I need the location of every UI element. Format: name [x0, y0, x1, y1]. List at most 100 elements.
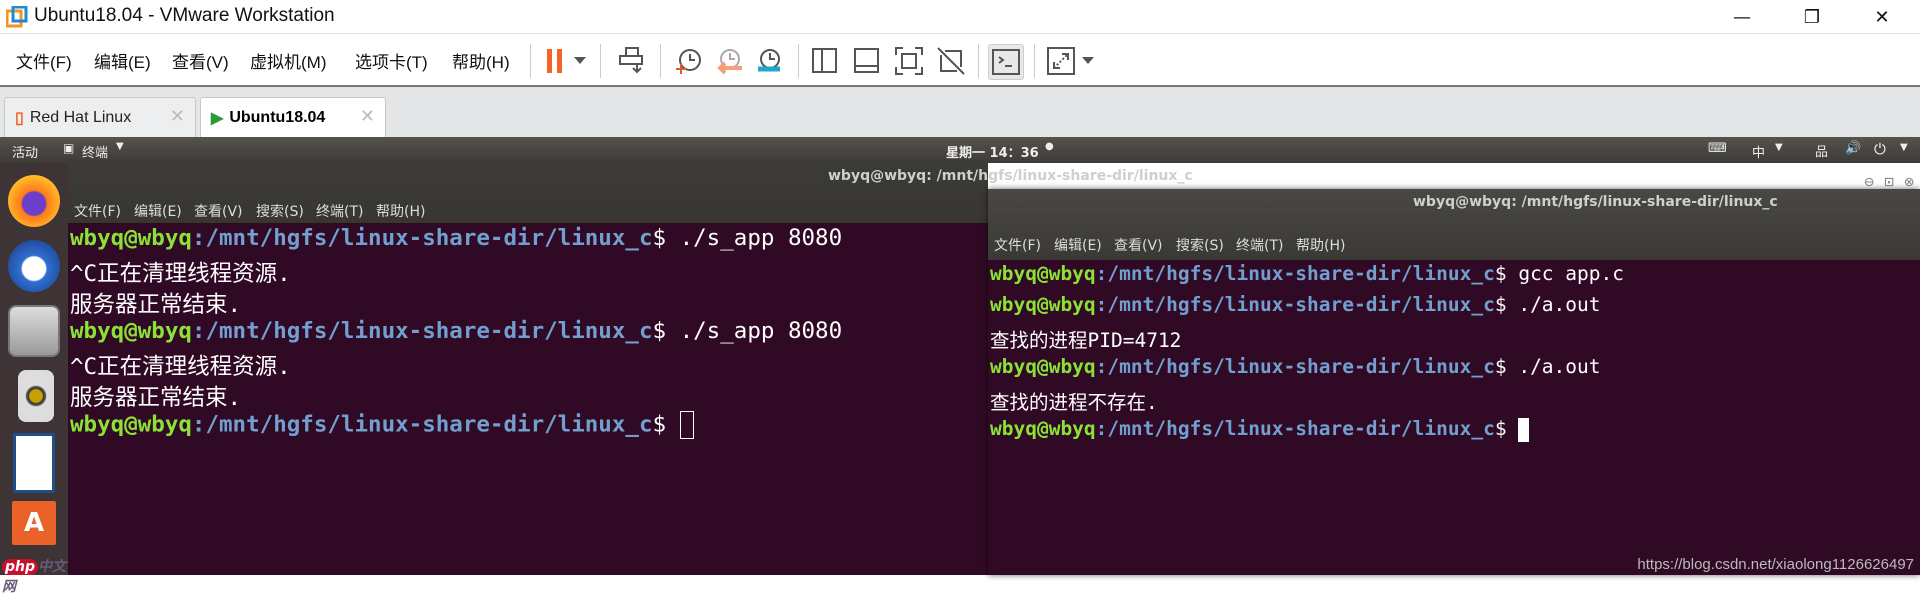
- output-line: 服务器正常结束.: [70, 292, 242, 318]
- terminal-window-right[interactable]: wbyq@wbyq: /mnt/hgfs/linux-share-dir/lin…: [988, 172, 1920, 575]
- snapshot-manager-icon[interactable]: [752, 44, 786, 78]
- output-line: 查找的进程PID=4712: [990, 329, 1182, 352]
- tab-red-hat-linux[interactable]: ▯ Red Hat Linux ✕: [4, 97, 196, 137]
- term-menu-edit[interactable]: 编辑(E): [134, 201, 182, 221]
- notification-dot-icon: ●: [1045, 141, 1054, 152]
- libreoffice-writer-icon[interactable]: [13, 433, 55, 493]
- snapshot-revert-icon[interactable]: [712, 44, 746, 78]
- close-tab-icon[interactable]: ✕: [360, 106, 375, 127]
- divider: [660, 44, 661, 78]
- php-watermark-logo: php 中文网: [2, 559, 67, 595]
- chevron-down-icon: ▼: [1900, 142, 1908, 153]
- prompt-line: wbyq@wbyq:/mnt/hgfs/linux-share-dir/linu…: [990, 417, 1530, 448]
- prompt-line: wbyq@wbyq:/mnt/hgfs/linux-share-dir/linu…: [990, 355, 1601, 378]
- output-line: ^C正在清理线程资源.: [70, 261, 291, 287]
- term-menu-terminal[interactable]: 终端(T): [1236, 235, 1283, 255]
- maximize-window-icon[interactable]: ⊡: [1884, 172, 1894, 191]
- menubar: 文件(F) 编辑(E) 查看(V) 虚拟机(M) 选项卡(T) 帮助(H): [0, 34, 1920, 87]
- pause-icon[interactable]: [538, 44, 572, 78]
- term-menu-help[interactable]: 帮助(H): [1296, 235, 1345, 255]
- rhythmbox-icon[interactable]: [18, 370, 54, 422]
- csdn-watermark: https://blog.csdn.net/xiaolong1126626497: [1637, 556, 1914, 573]
- volume-icon[interactable]: 🔊: [1845, 141, 1861, 156]
- menu-edit[interactable]: 编辑(E): [94, 48, 151, 73]
- close-window-icon[interactable]: ⊗: [1904, 172, 1914, 191]
- files-icon[interactable]: [8, 305, 60, 357]
- minimize-window-icon[interactable]: ⊖: [1864, 172, 1874, 191]
- terminal-title: wbyq@wbyq: /mnt/hgfs/linux-share-dir/lin…: [1413, 194, 1778, 210]
- prompt-line: wbyq@wbyq:/mnt/hgfs/linux-share-dir/linu…: [990, 293, 1601, 316]
- thunderbird-icon[interactable]: [8, 240, 60, 292]
- prompt-line: wbyq@wbyq:/mnt/hgfs/linux-share-dir/linu…: [70, 225, 843, 251]
- term-menu-terminal[interactable]: 终端(T): [316, 201, 363, 221]
- text-cursor: [679, 411, 694, 439]
- divider: [530, 44, 531, 78]
- output-line: 查找的进程不存在.: [990, 391, 1158, 414]
- divider: [600, 44, 601, 78]
- close-tab-icon[interactable]: ✕: [170, 106, 185, 127]
- divider: [798, 44, 799, 78]
- menu-view[interactable]: 查看(V): [172, 48, 229, 73]
- chevron-down-icon: ▼: [1775, 142, 1783, 153]
- stretch-icon[interactable]: [1044, 44, 1078, 78]
- tab-label: Red Hat Linux: [29, 108, 132, 126]
- term-menu-search[interactable]: 搜索(S): [256, 201, 304, 221]
- view-thumbnail-icon[interactable]: [850, 44, 884, 78]
- input-method[interactable]: 中: [1752, 142, 1765, 161]
- vm-tab-strip: ▯ Red Hat Linux ✕ ▶ Ubuntu18.04 ✕: [0, 87, 1920, 137]
- ubuntu-dock: A php 中文网: [0, 163, 68, 595]
- snapshot-take-icon[interactable]: [672, 44, 706, 78]
- window-titlebar: Ubuntu18.04 - VMware Workstation — ❐ ✕: [0, 0, 1920, 34]
- activities-button[interactable]: 活动: [12, 142, 38, 161]
- software-center-icon[interactable]: A: [12, 501, 56, 545]
- terminal-app-icon: ▣: [63, 141, 75, 155]
- power-icon[interactable]: ⏻: [1874, 140, 1886, 158]
- menu-vm[interactable]: 虚拟机(M): [250, 48, 326, 73]
- terminal-title: wbyq@wbyq: /mnt/hgfs/linux-share-dir/lin…: [828, 168, 1193, 184]
- tab-ubuntu[interactable]: ▶ Ubuntu18.04 ✕: [200, 97, 386, 137]
- term-menu-file[interactable]: 文件(F): [74, 201, 121, 221]
- term-menu-view[interactable]: 查看(V): [1114, 235, 1163, 255]
- output-line: 服务器正常结束.: [70, 385, 242, 411]
- view-library-icon[interactable]: [808, 44, 842, 78]
- vm-stopped-icon: ▯: [15, 109, 24, 127]
- tab-label: Ubuntu18.04: [229, 108, 326, 126]
- network-icon[interactable]: 品: [1815, 141, 1828, 160]
- minimize-button[interactable]: —: [1712, 0, 1772, 34]
- term-menu-edit[interactable]: 编辑(E): [1054, 235, 1102, 255]
- restore-button[interactable]: ❐: [1782, 0, 1842, 34]
- prompt-line: wbyq@wbyq:/mnt/hgfs/linux-share-dir/linu…: [70, 411, 694, 442]
- chevron-down-icon[interactable]: [570, 44, 590, 78]
- menu-tabs[interactable]: 选项卡(T): [355, 48, 428, 73]
- terminal-window-left[interactable]: wbyq@wbyq: /mnt/hgfs/linux-share-dir/lin…: [68, 163, 1193, 575]
- console-view-icon[interactable]: [988, 44, 1024, 80]
- output-line: ^C正在清理线程资源.: [70, 354, 291, 380]
- keyboard-icon[interactable]: ⌨: [1708, 141, 1727, 156]
- send-keys-icon[interactable]: [615, 44, 649, 78]
- window-title: Ubuntu18.04 - VMware Workstation: [34, 5, 335, 26]
- chevron-down-icon: ▼: [116, 141, 124, 152]
- divider: [1034, 44, 1035, 78]
- term-menu-search[interactable]: 搜索(S): [1176, 235, 1224, 255]
- close-button[interactable]: ✕: [1852, 0, 1912, 34]
- vm-running-icon: ▶: [211, 109, 224, 127]
- app-menu[interactable]: 终端: [82, 142, 108, 161]
- term-menu-help[interactable]: 帮助(H): [376, 201, 425, 221]
- prompt-line: wbyq@wbyq:/mnt/hgfs/linux-share-dir/linu…: [70, 318, 843, 344]
- prompt-line: wbyq@wbyq:/mnt/hgfs/linux-share-dir/linu…: [990, 262, 1624, 285]
- firefox-icon[interactable]: [8, 175, 60, 227]
- unity-icon[interactable]: [934, 44, 968, 78]
- clock[interactable]: 星期一 14：36: [946, 142, 1039, 161]
- term-menu-view[interactable]: 查看(V): [194, 201, 243, 221]
- terminal-header: wbyq@wbyq: /mnt/hgfs/linux-share-dir/lin…: [68, 163, 1193, 223]
- menu-help[interactable]: 帮助(H): [452, 48, 510, 73]
- chevron-down-icon[interactable]: [1078, 44, 1098, 78]
- divider: [978, 44, 979, 78]
- text-cursor: [1518, 417, 1530, 442]
- vmware-logo-icon: [6, 6, 28, 28]
- term-menu-file[interactable]: 文件(F): [994, 235, 1041, 255]
- menu-file[interactable]: 文件(F): [16, 48, 72, 73]
- ubuntu-top-bar: 活动 ▣ 终端 ▼ 星期一 14：36 ● ⌨ 中 ▼ 品 🔊 ⏻ ▼: [0, 137, 1920, 163]
- fullscreen-icon[interactable]: [892, 44, 926, 78]
- terminal-header: wbyq@wbyq: /mnt/hgfs/linux-share-dir/lin…: [988, 172, 1920, 260]
